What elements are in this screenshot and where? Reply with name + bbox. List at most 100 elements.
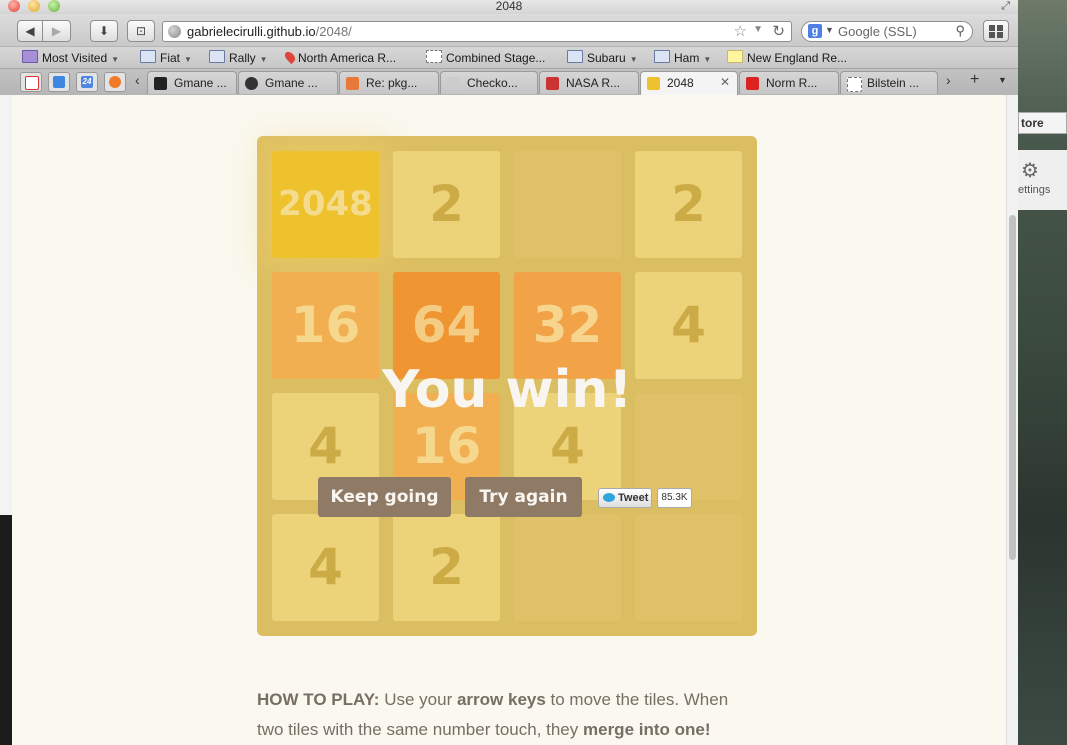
orange-circle-icon [109, 76, 121, 88]
close-window-button[interactable] [8, 0, 20, 12]
folder-icon [654, 50, 670, 63]
tweet-button[interactable]: Tweet [598, 488, 652, 508]
2048-favicon-icon [647, 77, 660, 90]
folder-icon [140, 50, 156, 63]
background-window-settings[interactable]: ⚙ ettings [1018, 150, 1067, 210]
game-board[interactable]: 2048 2 2 16 64 32 4 4 16 4 4 2 You win! Keep going … [257, 136, 757, 636]
nasa-favicon-icon [546, 77, 559, 90]
url-path: /2048/ [315, 24, 352, 39]
app-tab-gmail[interactable] [20, 72, 42, 92]
search-icon[interactable]: ⚲ [955, 23, 965, 39]
new-tab-icon[interactable]: + [970, 71, 979, 89]
bookmark-label: Combined Stage... [446, 51, 546, 65]
google-icon[interactable]: g [808, 24, 822, 38]
bookmark-label: North America R... [298, 51, 397, 65]
tab-bilstein[interactable]: Bilstein ... [840, 71, 938, 94]
scrollbar-thumb[interactable] [1009, 215, 1016, 560]
phone-icon [53, 76, 65, 88]
bookmark-label: Rally [229, 51, 256, 65]
tab-list-icon[interactable]: ▼ [998, 75, 1007, 85]
tab-gmane-2[interactable]: Gmane ... [238, 71, 338, 94]
store-label: tore [1021, 116, 1044, 130]
history-dropdown-icon[interactable]: ▼ [753, 24, 763, 35]
how-to-text-1: Use your [379, 690, 457, 709]
tab-gmane-1[interactable]: Gmane ... [147, 71, 237, 94]
pkg-favicon-icon [346, 77, 359, 90]
settings-label: ettings [1018, 184, 1051, 196]
navigation-toolbar: ◀ ▶ ⬇ ⊡ gabrielecirulli.github.io/2048/ … [0, 14, 1018, 46]
tabs-scroll-right-icon[interactable]: › [946, 72, 951, 88]
how-to-keys: arrow keys [456, 690, 546, 709]
bookmark-label: Most Visited [42, 51, 108, 65]
search-engine-dropdown-icon[interactable]: ▼ [825, 25, 834, 35]
fullscreen-icon[interactable]: ⤢ [1001, 0, 1010, 13]
chevron-down-icon: ▼ [259, 55, 268, 64]
tab-re-pkg[interactable]: Re: pkg... [339, 71, 439, 94]
search-bar[interactable]: g ▼ Google (SSL) ⚲ [801, 21, 973, 42]
downloads-button[interactable]: ⬇ [90, 20, 118, 42]
tab-label: Gmane ... [265, 76, 318, 90]
try-again-button[interactable]: Try again [465, 477, 582, 517]
url-bar[interactable]: gabrielecirulli.github.io/2048/ ☆ ▼ ↻ [162, 21, 792, 42]
calendar-icon: 24 [81, 76, 93, 88]
app-tab-calendar[interactable]: 24 [76, 72, 98, 92]
youtube-favicon-icon [746, 77, 759, 90]
forward-button[interactable]: ▶ [43, 20, 71, 42]
bookmark-star-icon[interactable]: ☆ [734, 22, 747, 40]
close-tab-icon[interactable]: ✕ [720, 75, 730, 89]
gmail-icon [25, 76, 39, 90]
bookmark-folder-subaru[interactable]: Subaru ▼ [567, 50, 638, 66]
bookmark-folder-rally[interactable]: Rally ▼ [209, 50, 268, 66]
tab-label: Gmane ... [174, 76, 227, 90]
title-bar: 2048 ⤢ [0, 0, 1018, 14]
tab-label: Checko... [467, 76, 518, 90]
twitter-bird-icon [603, 493, 615, 502]
tab-nasa[interactable]: NASA R... [539, 71, 639, 94]
tweet-count: 85.3K [657, 488, 692, 508]
github-favicon-icon [245, 77, 258, 90]
most-visited-icon [22, 50, 38, 63]
reload-icon[interactable]: ↻ [772, 22, 785, 40]
bookmark-north-america[interactable]: North America R... [282, 49, 397, 66]
search-placeholder: Google (SSL) [838, 24, 917, 39]
chevron-down-icon: ▼ [111, 55, 120, 64]
page-scrollbar[interactable] [1006, 95, 1018, 745]
grid-icon-cell [997, 32, 1003, 38]
bookmark-folder-ham[interactable]: Ham ▼ [654, 50, 711, 66]
grid-icon-cell [989, 32, 995, 38]
bookmark-most-visited[interactable]: Most Visited ▼ [22, 50, 119, 66]
zoom-window-button[interactable] [48, 0, 60, 12]
bookmark-new-england[interactable]: New England Re... [727, 50, 847, 66]
bookmark-folder-fiat[interactable]: Fiat ▼ [140, 50, 192, 66]
map-pin-icon [282, 49, 298, 65]
url-text: gabrielecirulli.github.io/2048/ [187, 24, 352, 39]
checko-favicon-icon [447, 77, 460, 90]
bookmark-label: Ham [674, 51, 700, 65]
keep-going-button[interactable]: Keep going [318, 477, 451, 517]
apps-grid-button[interactable] [983, 20, 1009, 42]
url-host: gabrielecirulli.github.io [187, 24, 316, 39]
tab-norm[interactable]: Norm R... [739, 71, 839, 94]
minimize-window-button[interactable] [28, 0, 40, 12]
tab-label: NASA R... [566, 76, 621, 90]
grid-icon [989, 25, 995, 31]
app-tab-orange[interactable] [104, 72, 126, 92]
bookmark-label: Subaru [587, 51, 626, 65]
tab-label: 2048 [667, 76, 694, 90]
bookmark-combined-stage[interactable]: Combined Stage... [426, 50, 545, 66]
folder-icon [209, 50, 225, 63]
tab-checko[interactable]: Checko... [440, 71, 538, 94]
how-to-play: HOW TO PLAY: Use your arrow keys to move… [257, 685, 757, 745]
gmane-favicon-icon [154, 77, 167, 90]
app-tab-phone[interactable] [48, 72, 70, 92]
background-window-store-button[interactable]: tore [1018, 112, 1067, 134]
back-button[interactable]: ◀ [17, 20, 43, 42]
tabs-scroll-left-icon[interactable]: ‹ [135, 72, 140, 88]
site-identity-icon[interactable] [168, 25, 181, 38]
page-content: 2048 2 2 16 64 32 4 4 16 4 4 2 You win! Keep going … [12, 95, 1006, 745]
tab-label: Re: pkg... [366, 76, 418, 90]
bookmark-label: New England Re... [747, 51, 848, 65]
tab-groups-button[interactable]: ⊡ [127, 20, 155, 42]
back-arrow-icon: ◀ [25, 24, 35, 38]
tab-2048[interactable]: 2048 ✕ [640, 71, 738, 95]
